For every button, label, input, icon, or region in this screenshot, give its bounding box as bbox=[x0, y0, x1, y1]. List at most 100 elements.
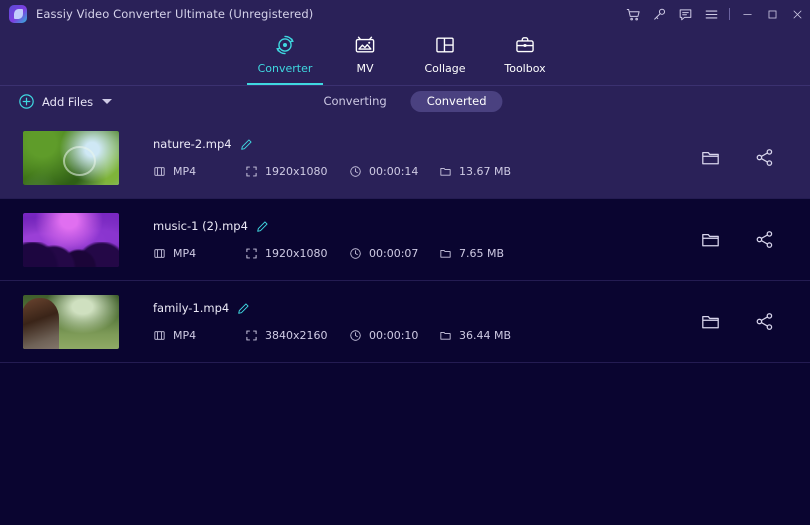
app-window: Eassiy Video Converter Ultimate (Unregis… bbox=[0, 0, 810, 525]
window-controls bbox=[620, 0, 810, 28]
table-row[interactable]: music-1 (2).mp4 MP4 1920x1080 00:00:07 7… bbox=[0, 199, 810, 281]
close-icon[interactable] bbox=[785, 0, 810, 28]
folder-icon bbox=[439, 247, 452, 260]
converter-icon bbox=[274, 33, 296, 57]
tab-mv[interactable]: MV bbox=[325, 28, 405, 85]
meta-duration: 00:00:07 bbox=[349, 247, 439, 260]
meta-resolution: 1920x1080 bbox=[245, 247, 349, 260]
format-value: MP4 bbox=[173, 165, 197, 178]
tab-toolbox-label: Toolbox bbox=[504, 62, 546, 75]
add-files-button[interactable]: Add Files bbox=[18, 93, 113, 110]
film-icon bbox=[153, 247, 166, 260]
meta-duration: 00:00:10 bbox=[349, 329, 439, 342]
size-value: 7.65 MB bbox=[459, 247, 505, 260]
file-info: music-1 (2).mp4 MP4 1920x1080 00:00:07 7… bbox=[153, 219, 697, 260]
file-toolbar: Add Files Converting Converted bbox=[0, 85, 810, 117]
file-info: family-1.mp4 MP4 3840x2160 00:00:10 36.4… bbox=[153, 301, 697, 342]
nav-tabs: Converter MV Collage Toolbox bbox=[245, 28, 565, 85]
add-files-label: Add Files bbox=[42, 94, 94, 109]
file-name: family-1.mp4 bbox=[153, 301, 230, 315]
clock-icon bbox=[349, 329, 362, 342]
clock-icon bbox=[349, 247, 362, 260]
resolution-icon bbox=[245, 165, 258, 178]
row-actions bbox=[697, 145, 777, 171]
collage-icon bbox=[434, 33, 456, 57]
file-name-row: music-1 (2).mp4 bbox=[153, 219, 697, 233]
app-title: Eassiy Video Converter Ultimate (Unregis… bbox=[36, 7, 314, 21]
edit-pencil-icon[interactable] bbox=[237, 302, 250, 315]
format-value: MP4 bbox=[173, 247, 197, 260]
resolution-value: 1920x1080 bbox=[265, 247, 328, 260]
app-logo-icon bbox=[9, 5, 27, 23]
video-thumbnail bbox=[23, 212, 119, 267]
title-bar: Eassiy Video Converter Ultimate (Unregis… bbox=[0, 0, 810, 28]
meta-format: MP4 bbox=[153, 247, 245, 260]
share-icon[interactable] bbox=[751, 145, 777, 171]
maximize-icon[interactable] bbox=[760, 0, 785, 28]
film-icon bbox=[153, 329, 166, 342]
file-metadata: MP4 1920x1080 bbox=[153, 247, 697, 260]
resolution-value: 1920x1080 bbox=[265, 165, 328, 178]
clock-icon bbox=[349, 165, 362, 178]
meta-format: MP4 bbox=[153, 329, 245, 342]
film-icon bbox=[153, 165, 166, 178]
tab-converter-label: Converter bbox=[257, 62, 313, 75]
mv-icon bbox=[354, 33, 376, 57]
minimize-icon[interactable] bbox=[735, 0, 760, 28]
tab-collage[interactable]: Collage bbox=[405, 28, 485, 85]
meta-size: 36.44 MB bbox=[439, 329, 539, 342]
hamburger-icon[interactable] bbox=[698, 0, 724, 28]
duration-value: 00:00:14 bbox=[369, 165, 419, 178]
row-actions bbox=[697, 227, 777, 253]
tab-mv-label: MV bbox=[356, 62, 374, 75]
resolution-icon bbox=[245, 247, 258, 260]
toolbox-icon bbox=[514, 33, 536, 57]
tab-toolbox[interactable]: Toolbox bbox=[485, 28, 565, 85]
main-navigation: Converter MV Collage Toolbox bbox=[0, 28, 810, 85]
meta-size: 7.65 MB bbox=[439, 247, 539, 260]
folder-icon bbox=[439, 165, 452, 178]
duration-value: 00:00:07 bbox=[369, 247, 419, 260]
open-folder-icon[interactable] bbox=[697, 227, 723, 253]
segment-converting[interactable]: Converting bbox=[307, 91, 402, 113]
open-folder-icon[interactable] bbox=[697, 309, 723, 335]
file-name: music-1 (2).mp4 bbox=[153, 219, 248, 233]
tab-collage-label: Collage bbox=[424, 62, 466, 75]
feedback-icon[interactable] bbox=[672, 0, 698, 28]
video-thumbnail bbox=[23, 130, 119, 185]
duration-value: 00:00:10 bbox=[369, 329, 419, 342]
meta-resolution: 1920x1080 bbox=[245, 165, 349, 178]
meta-resolution: 3840x2160 bbox=[245, 329, 349, 342]
key-icon[interactable] bbox=[646, 0, 672, 28]
row-actions bbox=[697, 309, 777, 335]
meta-format: MP4 bbox=[153, 165, 245, 178]
size-value: 36.44 MB bbox=[459, 329, 512, 342]
plus-circle-icon bbox=[18, 93, 35, 110]
table-row[interactable]: nature-2.mp4 MP4 1920x1080 00:00:14 13.6… bbox=[0, 117, 810, 199]
file-name-row: family-1.mp4 bbox=[153, 301, 697, 315]
caret-down-icon[interactable] bbox=[102, 99, 113, 104]
status-filter-group: Converting Converted bbox=[307, 90, 503, 113]
control-divider bbox=[729, 8, 730, 20]
file-metadata: MP4 3840x2160 00:00:10 36.44 MB bbox=[153, 329, 697, 342]
file-name-row: nature-2.mp4 bbox=[153, 137, 697, 151]
table-row[interactable]: family-1.mp4 MP4 3840x2160 00:00:10 36.4… bbox=[0, 281, 810, 363]
edit-pencil-icon[interactable] bbox=[240, 138, 253, 151]
video-thumbnail bbox=[23, 294, 119, 349]
meta-duration: 00:00:14 bbox=[349, 165, 439, 178]
share-icon[interactable] bbox=[751, 309, 777, 335]
size-value: 13.67 MB bbox=[459, 165, 512, 178]
cart-icon[interactable] bbox=[620, 0, 646, 28]
file-name: nature-2.mp4 bbox=[153, 137, 232, 151]
resolution-icon bbox=[245, 329, 258, 342]
format-value: MP4 bbox=[173, 329, 197, 342]
share-icon[interactable] bbox=[751, 227, 777, 253]
meta-size: 13.67 MB bbox=[439, 165, 539, 178]
folder-icon bbox=[439, 329, 452, 342]
edit-pencil-icon[interactable] bbox=[256, 220, 269, 233]
converted-file-list: nature-2.mp4 MP4 1920x1080 00:00:14 13.6… bbox=[0, 117, 810, 363]
segment-converted[interactable]: Converted bbox=[410, 90, 503, 113]
file-metadata: MP4 1920x1080 bbox=[153, 165, 697, 178]
tab-converter[interactable]: Converter bbox=[245, 28, 325, 85]
open-folder-icon[interactable] bbox=[697, 145, 723, 171]
